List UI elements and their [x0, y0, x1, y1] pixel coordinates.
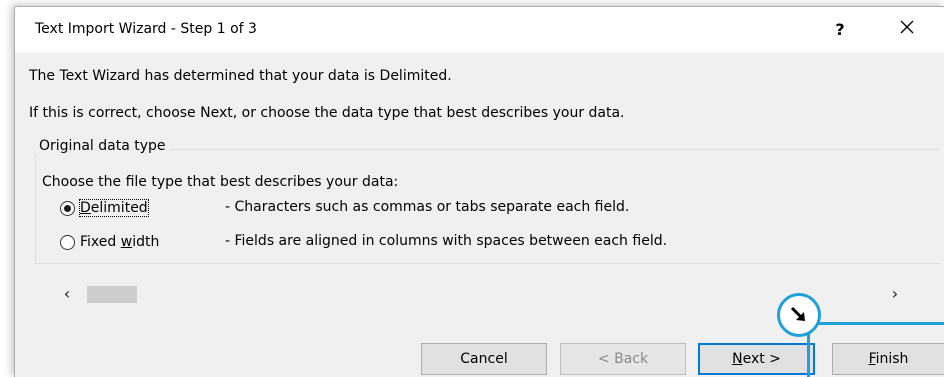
delimited-radio-label[interactable]: Delimited: [79, 199, 149, 217]
file-type-prompt: Choose the file type that best describes…: [42, 174, 399, 190]
delimited-description: - Characters such as commas or tabs sepa…: [225, 199, 630, 215]
fixed-width-description: - Fields are aligned in columns with spa…: [225, 233, 668, 249]
close-button[interactable]: [895, 18, 919, 42]
title-bar: Text Import Wizard - Step 1 of 3 ?: [15, 7, 944, 53]
next-button[interactable]: Next >: [698, 343, 815, 375]
fixed-width-radio-label[interactable]: Fixed width: [80, 234, 159, 250]
scroll-right-arrow-icon[interactable]: ›: [883, 283, 907, 305]
close-icon: [900, 20, 914, 34]
scroll-left-arrow-icon[interactable]: ‹: [55, 283, 79, 305]
back-button[interactable]: < Back: [560, 343, 686, 375]
radio-option-delimited[interactable]: Delimited: [60, 197, 149, 219]
finish-button[interactable]: Finish: [832, 343, 944, 375]
intro-line-determined: The Text Wizard has determined that your…: [29, 68, 452, 84]
fixed-width-radio[interactable]: [60, 234, 75, 250]
scroll-thumb[interactable]: [87, 286, 137, 303]
group-legend: Original data type: [35, 138, 170, 154]
intro-line-instructions: If this is correct, choose Next, or choo…: [29, 105, 625, 121]
help-button[interactable]: ?: [828, 18, 852, 42]
window-title: Text Import Wizard - Step 1 of 3: [35, 21, 257, 37]
text-import-wizard-dialog: Text Import Wizard - Step 1 of 3 ? The T…: [14, 6, 944, 377]
cancel-button[interactable]: Cancel: [421, 343, 547, 375]
radio-option-fixed-width[interactable]: Fixed width: [60, 231, 159, 253]
horizontal-scrollbar[interactable]: ‹ ›: [55, 283, 905, 305]
delimited-radio[interactable]: [60, 200, 75, 216]
